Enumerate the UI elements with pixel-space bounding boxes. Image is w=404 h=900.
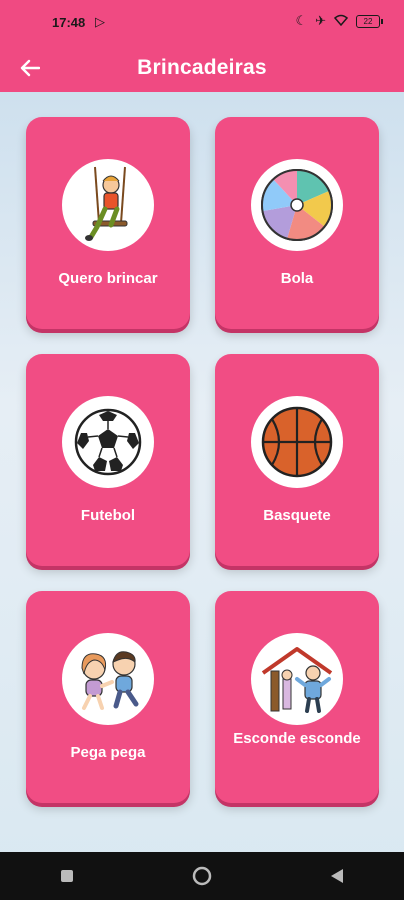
back-triangle-icon — [330, 869, 343, 883]
status-icons: ☾ ✈ 22 — [295, 13, 383, 29]
app-bar: Brincadeiras — [0, 44, 404, 92]
tag-kids-icon — [81, 651, 139, 710]
card-pega-pega[interactable]: Pega pega — [26, 591, 190, 803]
system-back-button[interactable] — [307, 856, 367, 896]
card-futebol[interactable]: Futebol — [26, 354, 190, 566]
card-basquete[interactable]: Basquete — [215, 354, 379, 566]
hide-seek-icon — [261, 647, 333, 713]
page-title: Brincadeiras — [137, 56, 267, 79]
home-circle-icon — [192, 866, 212, 886]
media-icon: ▷ — [95, 14, 105, 29]
card-quero-brincar[interactable]: Quero brincar — [26, 117, 190, 329]
card-icon-circle — [62, 159, 154, 251]
recents-button[interactable] — [37, 856, 97, 896]
card-icon-circle — [251, 633, 343, 725]
recents-square-icon — [61, 870, 74, 882]
beach-ball-icon — [261, 169, 333, 241]
system-nav-bar — [0, 852, 404, 900]
battery-icon: 22 — [356, 14, 383, 28]
status-time: 17:48 — [52, 15, 86, 30]
airplane-icon: ✈ — [315, 13, 326, 28]
soccer-ball-icon — [74, 408, 142, 476]
basketball-icon — [261, 406, 333, 478]
card-label: Bola — [280, 270, 314, 287]
card-icon-circle — [62, 633, 154, 725]
card-icon-circle — [62, 396, 154, 488]
card-label: Futebol — [80, 507, 136, 524]
moon-icon: ☾ — [295, 13, 308, 28]
card-label: Esconde esconde — [233, 730, 361, 747]
card-bola[interactable]: Bola — [215, 117, 379, 329]
swing-child-icon — [85, 166, 128, 241]
card-label: Pega pega — [70, 744, 146, 761]
card-icon-circle — [251, 396, 343, 488]
wifi-icon — [333, 14, 349, 29]
card-esconde-esconde[interactable]: Esconde esconde — [215, 591, 379, 803]
home-button[interactable] — [172, 856, 232, 896]
status-bar: 17:48 ▷ ☾ ✈ 22 — [0, 0, 404, 44]
card-icon-circle — [251, 159, 343, 251]
card-label: Quero brincar — [58, 270, 158, 287]
card-label: Basquete — [263, 507, 331, 524]
